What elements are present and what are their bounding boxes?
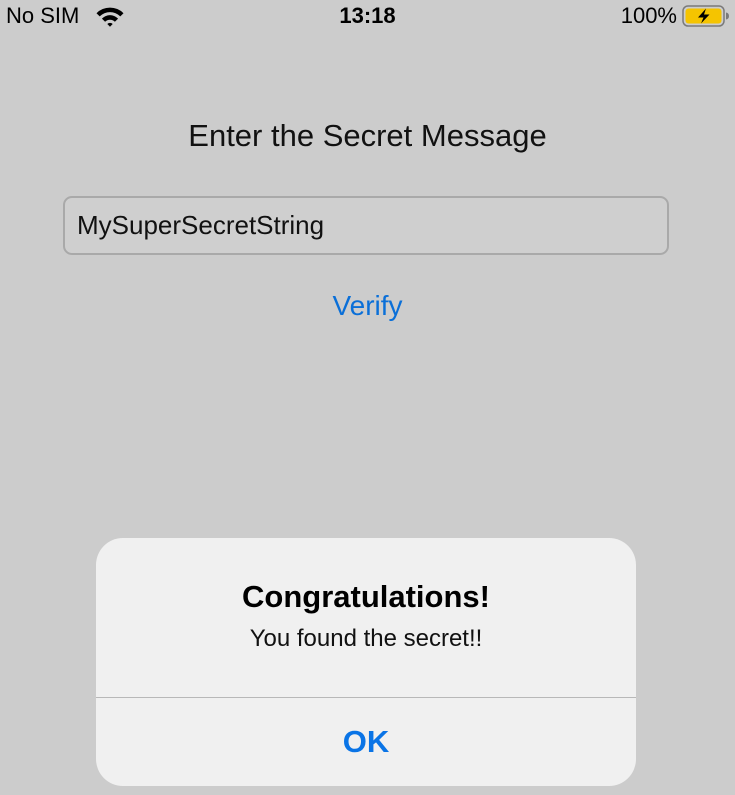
- ok-button[interactable]: OK: [96, 698, 636, 786]
- verify-button[interactable]: Verify: [0, 288, 735, 324]
- page-title: Enter the Secret Message: [188, 118, 547, 153]
- alert-title: Congratulations!: [242, 579, 490, 614]
- alert-message: You found the secret!!: [249, 625, 483, 652]
- alert-dialog: Congratulations! You found the secret!! …: [96, 538, 636, 786]
- secret-message-input[interactable]: [63, 196, 669, 255]
- status-bar: No SIM 13:18 100%: [0, 0, 735, 32]
- battery-charging-icon: [682, 5, 729, 27]
- battery-percent: 100%: [620, 3, 677, 28]
